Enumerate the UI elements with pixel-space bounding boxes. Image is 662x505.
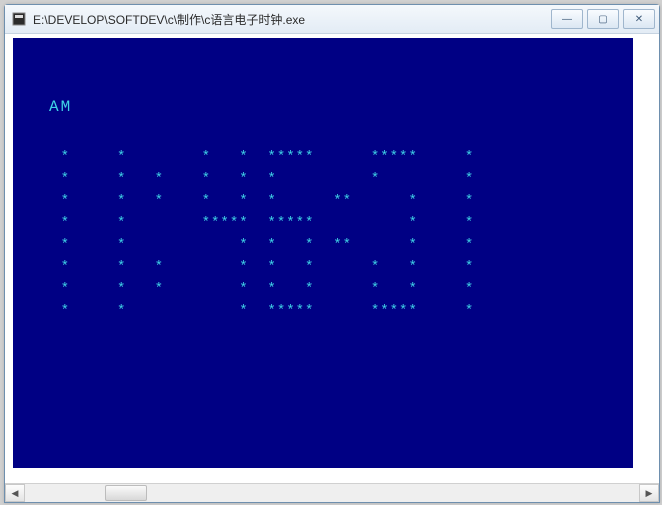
scroll-left-button[interactable]: ◀ [5, 484, 25, 502]
scroll-thumb[interactable] [105, 485, 147, 501]
console-output: AM * * * * ***** ***** * * * * * * * * *… [13, 38, 633, 468]
digit-row: * * * * * * * * * [23, 278, 623, 300]
window-buttons: — ▢ ✕ [551, 9, 655, 29]
window-title: E:\DEVELOP\SOFTDEV\c\制作\c语言电子时钟.exe [33, 11, 551, 28]
app-icon [11, 11, 27, 27]
digit-row: * * ***** ***** * * [23, 212, 623, 234]
horizontal-scrollbar[interactable]: ◀ ▶ [5, 483, 659, 502]
digit-row: * * * * * * * * * [23, 256, 623, 278]
digit-row: * * * * * * * * [23, 168, 623, 190]
digit-row: * * * ***** ***** * [23, 300, 623, 322]
digit-row: * * * * * ** * * [23, 234, 623, 256]
maximize-button[interactable]: ▢ [587, 9, 619, 29]
client-area: AM * * * * ***** ***** * * * * * * * * *… [5, 34, 659, 502]
app-window: E:\DEVELOP\SOFTDEV\c\制作\c语言电子时钟.exe — ▢ … [4, 4, 660, 503]
scroll-track[interactable] [25, 484, 639, 502]
minimize-button[interactable]: — [551, 9, 583, 29]
digit-row: * * * * ***** ***** * [23, 146, 623, 168]
ampm-label: AM [49, 96, 623, 118]
titlebar[interactable]: E:\DEVELOP\SOFTDEV\c\制作\c语言电子时钟.exe — ▢ … [5, 5, 659, 34]
digit-row: * * * * * * ** * * [23, 190, 623, 212]
scroll-right-button[interactable]: ▶ [639, 484, 659, 502]
close-button[interactable]: ✕ [623, 9, 655, 29]
